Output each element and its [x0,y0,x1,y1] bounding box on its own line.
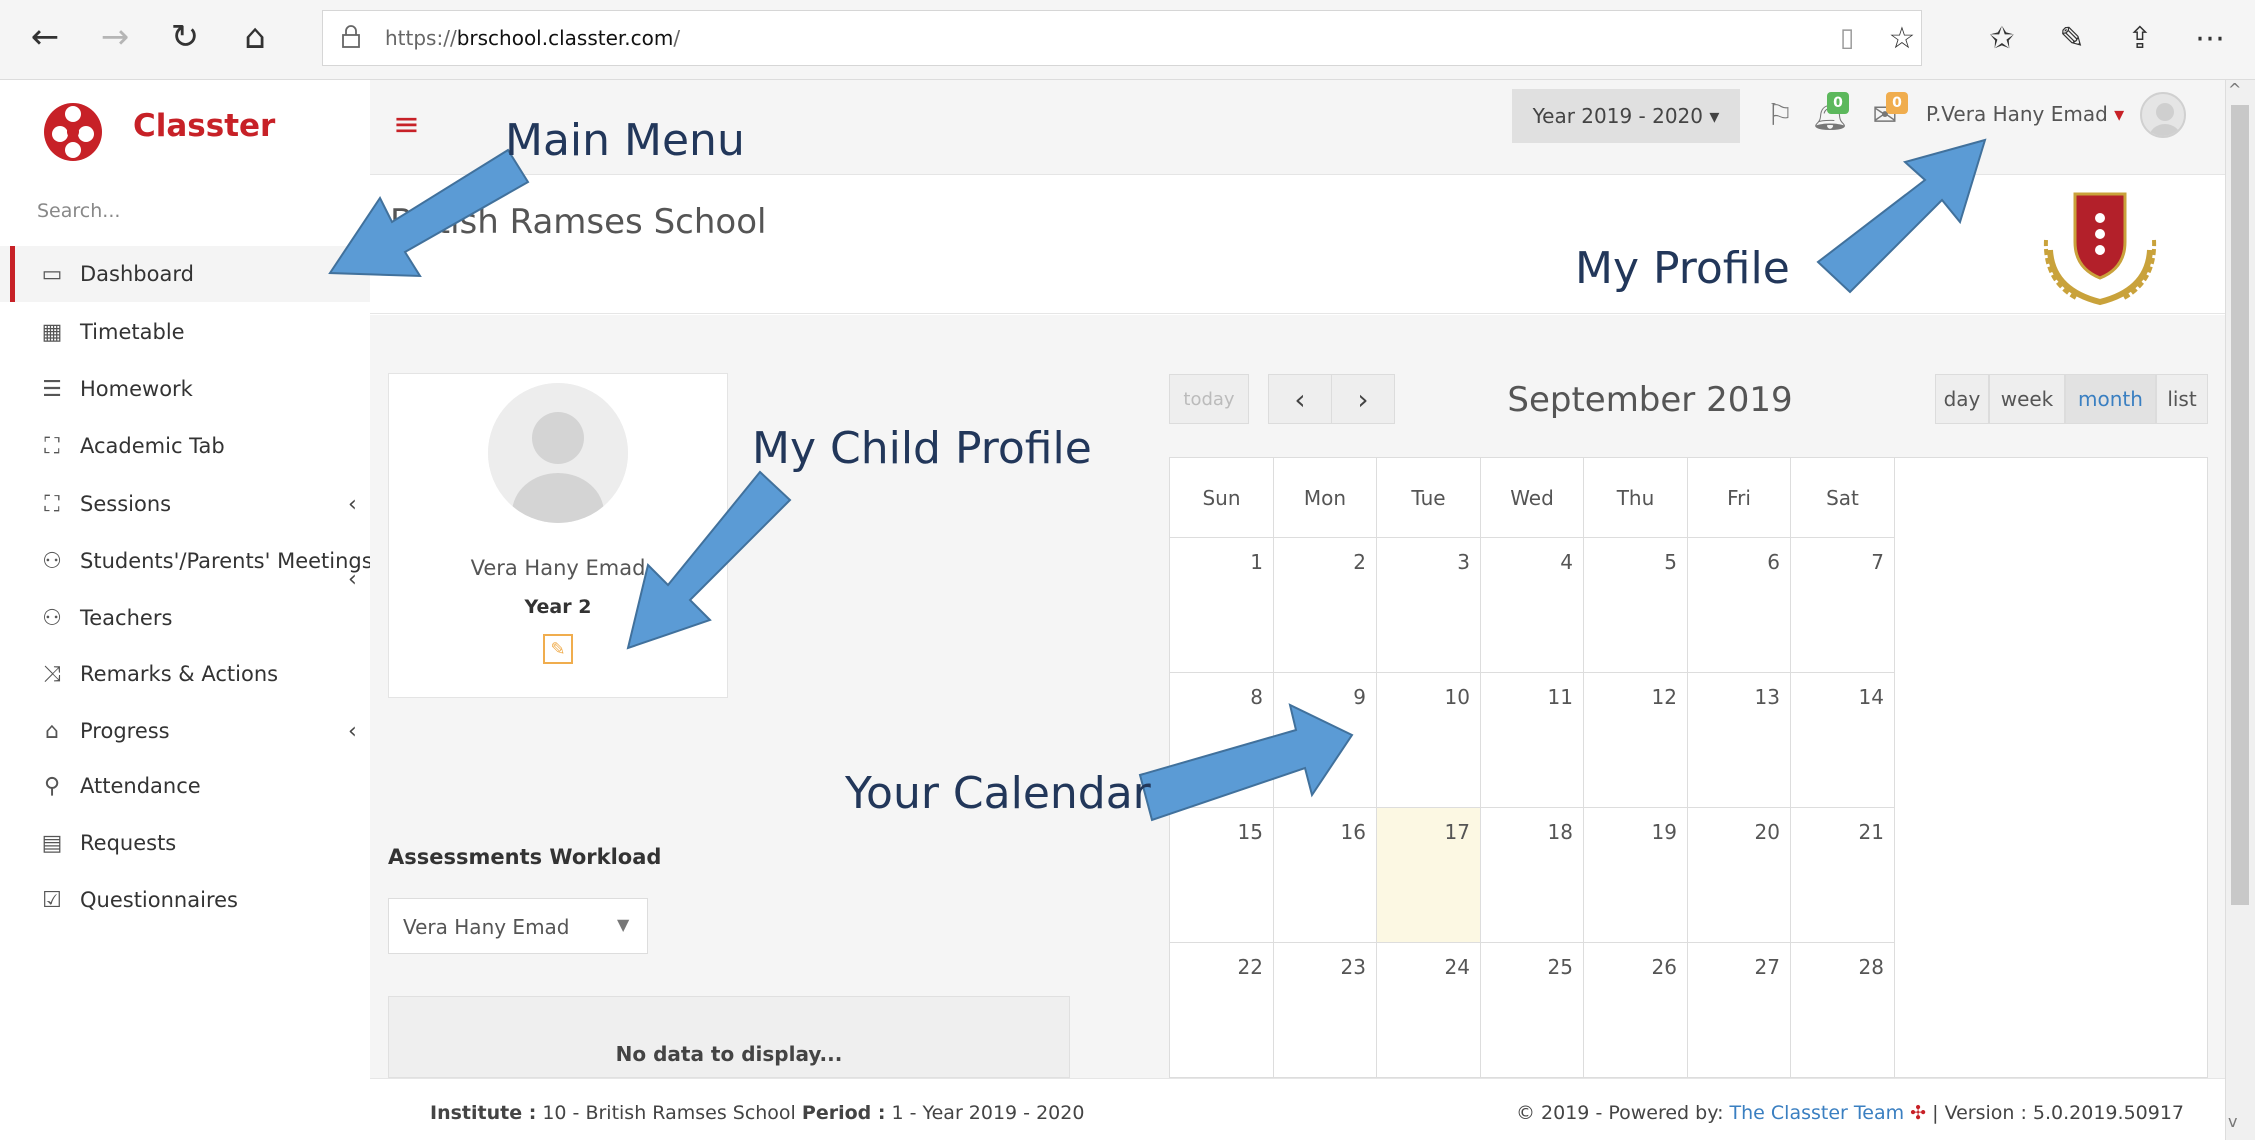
annotation-main-menu: Main Menu [505,115,745,166]
main-menu-arrow [328,148,530,278]
my-profile-arrow [1816,138,1987,294]
annotation-my-profile: My Profile [1575,243,1790,294]
calendar-arrow [1138,703,1354,822]
annotation-my-child-profile: My Child Profile [752,423,1092,474]
child-profile-arrow [626,470,792,650]
annotation-your-calendar: Your Calendar [845,768,1151,819]
annotation-arrows [328,138,1987,822]
